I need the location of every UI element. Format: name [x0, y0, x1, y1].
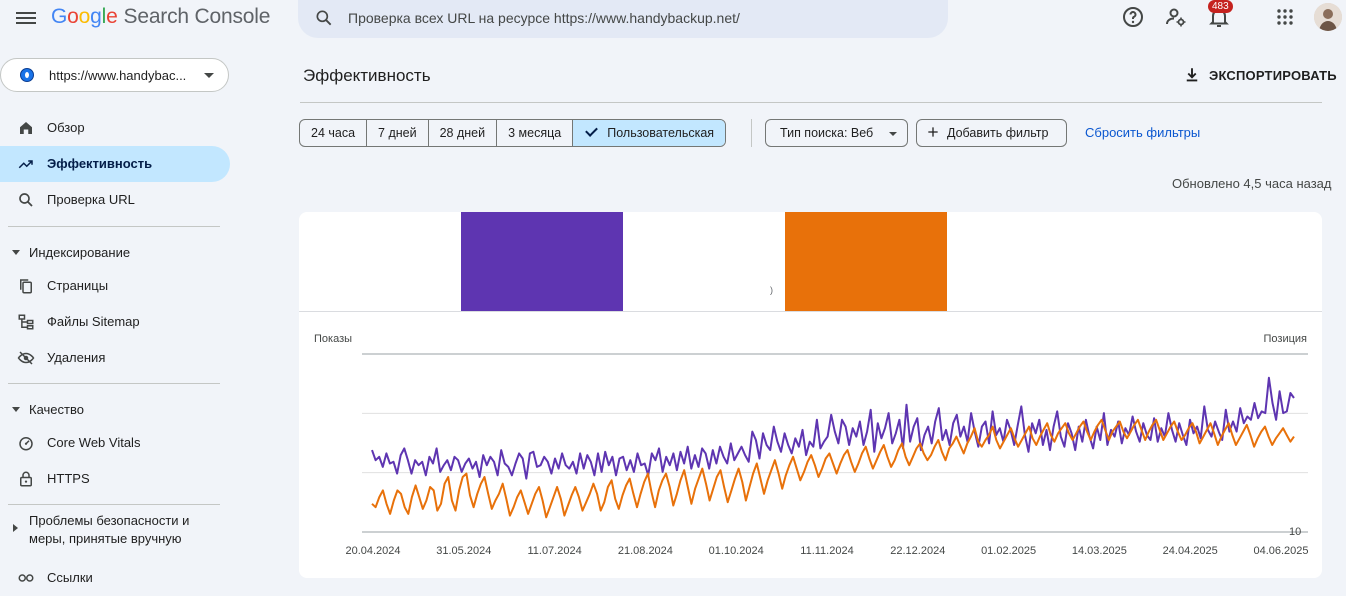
trending-up-icon — [18, 160, 33, 169]
chevron-down-icon — [889, 132, 897, 136]
product-name: Search Console — [123, 5, 271, 28]
date-range-3m[interactable]: 3 месяца — [497, 120, 574, 146]
add-filter-button[interactable]: Добавить фильтр — [916, 119, 1067, 147]
x-axis-tick-label: 01.10.2024 — [709, 545, 764, 557]
pages-icon — [20, 279, 32, 294]
top-bar: Google Search Console Проверка всех URL н… — [0, 0, 1346, 38]
reset-filters-link[interactable]: Сбросить фильтры — [1085, 125, 1200, 140]
x-axis-tick-label: 24.04.2025 — [1163, 545, 1218, 557]
right-axis-tick-label: 10 — [1289, 526, 1301, 538]
logo-letter: G — [51, 5, 68, 28]
avatar-image — [1314, 3, 1342, 31]
chevron-down-icon — [204, 73, 214, 78]
x-axis-tick-label: 01.02.2025 — [981, 545, 1036, 557]
sidebar-section-security[interactable]: Проблемы безопасности и меры, принятые вр… — [0, 506, 230, 546]
sidebar-section-label-line: меры, принятые вручную — [29, 531, 182, 546]
date-range-custom-label: Пользовательская — [607, 126, 715, 140]
sidebar-item-removals[interactable]: Удаления — [0, 340, 230, 376]
x-axis-tick-label: 22.12.2024 — [890, 545, 945, 557]
date-range-28d[interactable]: 28 дней — [429, 120, 498, 146]
apps-grid-icon[interactable] — [1273, 5, 1297, 29]
help-icon[interactable] — [1121, 5, 1145, 29]
filter-divider — [751, 119, 752, 147]
sidebar-item-label: Ссылки — [47, 570, 93, 585]
notification-count-badge: 483 — [1208, 0, 1233, 13]
gauge-icon — [19, 437, 33, 451]
sidebar-section-quality[interactable]: Качество — [0, 395, 230, 419]
main-menu-icon[interactable] — [16, 9, 36, 25]
sidebar-item-label: Файлы Sitemap — [47, 314, 140, 329]
search-icon[interactable] — [314, 8, 334, 28]
x-axis-tick-label: 04.06.2025 — [1253, 545, 1308, 557]
search-icon — [19, 193, 33, 207]
performance-chart-card: ) Показы Позиция 20.04.2024 31.05.2024 11.… — [299, 212, 1322, 578]
search-console-logo[interactable]: Google Search Console — [51, 5, 270, 29]
sidebar-item-label: Эффективность — [47, 156, 153, 171]
account-avatar[interactable] — [1314, 3, 1342, 31]
download-icon — [1186, 68, 1198, 82]
removals-icon — [17, 351, 35, 365]
search-type-label: Тип поиска: Веб — [780, 126, 874, 140]
sidebar-divider — [8, 504, 220, 505]
logo-letter: o — [67, 5, 79, 28]
links-icon — [18, 574, 34, 582]
sidebar-divider — [8, 226, 220, 227]
sidebar-item-overview[interactable]: Обзор — [0, 110, 230, 146]
property-url: https://www.handybac... — [49, 68, 187, 83]
search-type-filter[interactable]: Тип поиска: Веб — [765, 119, 908, 147]
sidebar-item-https[interactable]: HTTPS — [0, 461, 230, 497]
site-favicon-icon — [20, 68, 34, 82]
x-axis-tick-label: 20.04.2024 — [345, 545, 400, 557]
sidebar-item-label: Страницы — [47, 278, 109, 293]
sidebar-section-label: Качество — [29, 402, 84, 417]
export-label: ЭКСПОРТИРОВАТЬ — [1209, 68, 1337, 83]
sidebar-item-core-web-vitals[interactable]: Core Web Vitals — [0, 425, 230, 461]
sidebar-item-links[interactable]: Ссылки — [0, 560, 230, 596]
sitemap-icon — [18, 314, 34, 330]
sidebar-section-label: Индексирование — [29, 245, 131, 260]
x-axis-tick-label: 11.07.2024 — [527, 545, 581, 557]
home-icon — [20, 122, 32, 134]
date-range-selector: 24 часа 7 дней 28 дней 3 месяца Пользова… — [299, 119, 727, 147]
collapsed-triangle-icon — [13, 524, 18, 532]
x-axis-tick-label: 21.08.2024 — [618, 545, 673, 557]
sidebar-item-label: Core Web Vitals — [47, 435, 141, 450]
checkmark-icon — [585, 124, 599, 137]
sidebar-section-label-line: Проблемы безопасности и — [29, 513, 190, 528]
date-range-custom[interactable]: Пользовательская — [573, 120, 726, 146]
expand-triangle-icon — [12, 250, 20, 255]
expand-triangle-icon — [12, 407, 20, 412]
sidebar-item-label: Удаления — [47, 350, 106, 365]
sidebar-item-label: Обзор — [47, 120, 85, 135]
page-title: Эффективность — [303, 66, 431, 85]
sidebar-item-label: HTTPS — [47, 471, 90, 486]
sidebar-section-label: Проблемы безопасности и меры, принятые вр… — [29, 512, 189, 548]
sidebar-item-pages[interactable]: Страницы — [0, 268, 230, 304]
x-axis-tick-label: 11.11.2024 — [800, 545, 853, 557]
logo-letter: g — [90, 5, 102, 28]
performance-line-chart[interactable]: 20.04.2024 31.05.2024 11.07.2024 21.08.2024… — [299, 212, 1322, 578]
date-range-7d[interactable]: 7 дней — [367, 120, 429, 146]
user-settings-icon[interactable] — [1164, 5, 1188, 29]
sidebar-item-sitemaps[interactable]: Файлы Sitemap — [0, 304, 230, 340]
url-inspection-search[interactable]: Проверка всех URL на ресурсе https://www… — [298, 0, 948, 38]
sidebar-divider — [8, 383, 220, 384]
logo-letter: o — [78, 5, 91, 28]
header-divider — [300, 102, 1322, 103]
logo-letter: e — [106, 5, 118, 28]
lock-icon — [20, 471, 32, 487]
x-axis-tick-label: 31.05.2024 — [436, 545, 491, 557]
plus-icon — [928, 127, 938, 137]
sidebar-section-indexing[interactable]: Индексирование — [0, 238, 230, 262]
x-axis-tick-label: 14.03.2025 — [1072, 545, 1127, 557]
add-filter-label: Добавить фильтр — [947, 126, 1049, 140]
sidebar-item-url-inspection[interactable]: Проверка URL — [0, 182, 230, 218]
sidebar-item-performance[interactable]: Эффективность — [0, 146, 230, 182]
search-placeholder[interactable]: Проверка всех URL на ресурсе https://www… — [348, 10, 740, 26]
sidebar-item-label: Проверка URL — [47, 192, 135, 207]
last-updated-text: Обновлено 4,5 часа назад — [1172, 176, 1332, 191]
property-selector[interactable]: https://www.handybac... — [0, 58, 229, 92]
date-range-24h[interactable]: 24 часа — [300, 120, 368, 146]
